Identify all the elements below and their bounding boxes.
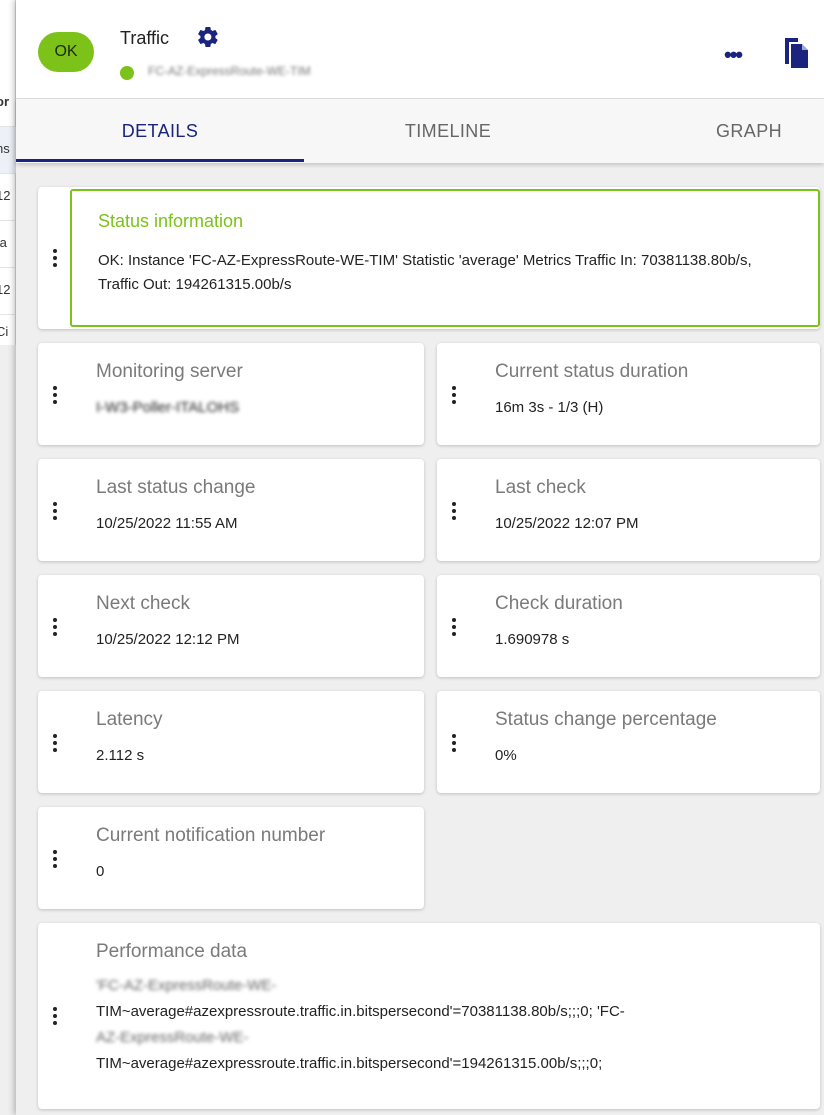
check-duration-card: Check duration 1.690978 s — [437, 575, 820, 677]
resource-details-panel: OK Traffic FC-AZ-ExpressRoute-WE-TIM •••… — [16, 0, 824, 1115]
current-notification-number-label: Current notification number — [96, 825, 326, 846]
performance-data-label: Performance data — [96, 941, 248, 962]
tab-details[interactable]: DETAILS — [16, 99, 304, 163]
monitoring-server-label: Monitoring server — [96, 361, 243, 382]
status-information-label: Status information — [98, 211, 244, 231]
tab-graph[interactable]: GRAPH — [592, 99, 824, 163]
status-change-percentage-label: Status change percentage — [495, 709, 717, 730]
table-row[interactable]: ns — [0, 127, 16, 174]
table-row[interactable]: 12 — [0, 268, 16, 315]
status-change-percentage-value: 0% — [495, 747, 517, 764]
kebab-menu-icon[interactable] — [52, 249, 58, 269]
kebab-menu-icon[interactable] — [451, 386, 457, 406]
last-check-card: Last check 10/25/2022 12:07 PM — [437, 459, 820, 561]
background-empty-area — [0, 345, 16, 1115]
more-options-icon[interactable]: ••• — [724, 42, 743, 68]
status-information-box: Status information OK: Instance 'FC-AZ-E… — [70, 189, 820, 327]
performance-data-text: 'FC-AZ-ExpressRoute-WE- TIM~average#azex… — [96, 973, 816, 1077]
background-table: or ns 12 ta 12 Ci — [0, 0, 16, 1115]
panel-header: OK Traffic FC-AZ-ExpressRoute-WE-TIM ••• — [16, 0, 824, 99]
last-status-change-card: Last status change 10/25/2022 11:55 AM — [38, 459, 424, 561]
status-information-card: Status information OK: Instance 'FC-AZ-E… — [38, 187, 820, 329]
latency-label: Latency — [96, 709, 163, 730]
status-change-percentage-card: Status change percentage 0% — [437, 691, 820, 793]
kebab-menu-icon[interactable] — [451, 502, 457, 522]
current-status-duration-card: Current status duration 16m 3s - 1/3 (H) — [437, 343, 820, 445]
kebab-menu-icon[interactable] — [451, 618, 457, 638]
check-duration-value: 1.690978 s — [495, 631, 570, 648]
monitoring-server-value: I-W3-Poller-ITALOHS — [96, 399, 240, 416]
kebab-menu-icon[interactable] — [52, 618, 58, 638]
latency-card: Latency 2.112 s — [38, 691, 424, 793]
table-row[interactable]: 12 — [0, 174, 16, 221]
performance-data-card: Performance data 'FC-AZ-ExpressRoute-WE-… — [38, 923, 820, 1109]
latency-value: 2.112 s — [96, 747, 145, 764]
last-status-change-label: Last status change — [96, 477, 256, 498]
host-name[interactable]: FC-AZ-ExpressRoute-WE-TIM — [148, 64, 311, 78]
table-row[interactable]: ta — [0, 221, 16, 268]
kebab-menu-icon[interactable] — [52, 502, 58, 522]
kebab-menu-icon[interactable] — [52, 386, 58, 406]
kebab-menu-icon[interactable] — [52, 1007, 58, 1027]
detail-tabs: DETAILS TIMELINE GRAPH — [16, 99, 824, 163]
last-check-label: Last check — [495, 477, 586, 498]
last-check-value: 10/25/2022 12:07 PM — [495, 515, 639, 532]
kebab-menu-icon[interactable] — [52, 734, 58, 754]
performance-data-line: TIM~average#azexpressroute.traffic.in.bi… — [96, 1003, 625, 1020]
status-information-text: OK: Instance 'FC-AZ-ExpressRoute-WE-TIM'… — [98, 252, 752, 293]
tab-timeline[interactable]: TIMELINE — [304, 99, 592, 163]
performance-data-line: 'FC-AZ-ExpressRoute-WE- — [96, 977, 277, 994]
check-duration-label: Check duration — [495, 593, 623, 614]
kebab-menu-icon[interactable] — [451, 734, 457, 754]
monitoring-server-card: Monitoring server I-W3-Poller-ITALOHS — [38, 343, 424, 445]
table-header-cell: or — [0, 80, 16, 127]
current-status-duration-label: Current status duration — [495, 361, 689, 382]
active-tab-indicator — [16, 159, 304, 162]
resource-title: Traffic — [120, 28, 170, 48]
last-status-change-value: 10/25/2022 11:55 AM — [96, 515, 238, 532]
next-check-value: 10/25/2022 12:12 PM — [96, 631, 240, 648]
performance-data-line: TIM~average#azexpressroute.traffic.in.bi… — [96, 1055, 603, 1072]
copy-icon[interactable] — [782, 36, 810, 70]
gear-icon[interactable] — [196, 25, 220, 49]
next-check-label: Next check — [96, 593, 190, 614]
status-badge: OK — [38, 32, 94, 72]
current-notification-number-value: 0 — [96, 863, 105, 880]
host-status-dot — [120, 66, 134, 80]
next-check-card: Next check 10/25/2022 12:12 PM — [38, 575, 424, 677]
current-notification-number-card: Current notification number 0 — [38, 807, 424, 909]
kebab-menu-icon[interactable] — [52, 850, 58, 870]
performance-data-line: AZ-ExpressRoute-WE- — [96, 1029, 249, 1046]
current-status-duration-value: 16m 3s - 1/3 (H) — [495, 399, 604, 416]
